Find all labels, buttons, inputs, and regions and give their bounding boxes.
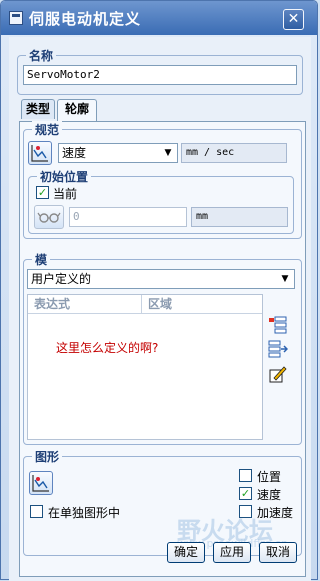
position-unit: mm xyxy=(191,207,288,227)
tab-type[interactable]: 类型 xyxy=(21,99,55,119)
title-bar: 伺服电动机定义 ✕ xyxy=(1,1,317,35)
name-legend: 名称 xyxy=(26,47,57,64)
table-header-region: 区域 xyxy=(148,297,173,311)
insert-row-icon[interactable] xyxy=(268,314,288,334)
position-check-label: 位置 xyxy=(257,470,282,484)
edit-icon[interactable] xyxy=(268,364,288,384)
mode-select-value: 用户定义的 xyxy=(31,272,92,286)
velocity-checkbox[interactable]: ✓ xyxy=(239,487,252,500)
mode-group: 模 用户定义的 ▼ 表达式 区域 这里怎么定义的啊? xyxy=(23,251,302,445)
close-button[interactable]: ✕ xyxy=(283,9,304,30)
chevron-down-icon: ▼ xyxy=(281,274,289,284)
mode-select[interactable]: 用户定义的 ▼ xyxy=(27,269,295,289)
cancel-button[interactable]: 取消 xyxy=(259,542,297,563)
window-title: 伺服电动机定义 xyxy=(29,10,142,28)
apply-button[interactable]: 应用 xyxy=(213,542,251,563)
table-header-divider xyxy=(28,313,262,314)
spec-group: 规范 速度 ▼ mm / sec 初始位置 ✓ 当前 0 mm xyxy=(23,121,302,239)
ok-button[interactable]: 确定 xyxy=(167,542,205,563)
table-header-expression: 表达式 xyxy=(28,295,142,313)
expression-table[interactable]: 表达式 区域 这里怎么定义的啊? xyxy=(27,294,263,440)
profile-graph-icon[interactable] xyxy=(28,141,52,165)
glasses-icon[interactable] xyxy=(34,205,64,229)
dialog-window: 伺服电动机定义 ✕ 名称 ServoMotor2 类型 轮廓 规范 速度 ▼ m… xyxy=(0,0,318,581)
app-icon xyxy=(9,11,23,25)
tab-panel: 规范 速度 ▼ mm / sec 初始位置 ✓ 当前 0 mm 模 用户定义的 … xyxy=(19,121,306,577)
name-group: 名称 ServoMotor2 xyxy=(17,47,303,95)
separate-graph-label: 在单独图形中 xyxy=(48,506,121,520)
initial-position-group: 初始位置 ✓ 当前 0 mm xyxy=(28,168,294,234)
graph-icon[interactable] xyxy=(29,471,53,495)
initial-position-legend: 初始位置 xyxy=(37,168,92,185)
annotation-text: 这里怎么定义的啊? xyxy=(56,341,159,355)
position-field[interactable]: 0 xyxy=(69,207,187,227)
spec-select-value: 速度 xyxy=(62,146,87,160)
name-field[interactable]: ServoMotor2 xyxy=(23,65,297,85)
velocity-check-label: 速度 xyxy=(257,488,282,502)
spec-unit: mm / sec xyxy=(181,143,287,163)
tab-profile[interactable]: 轮廓 xyxy=(57,99,97,121)
current-label: 当前 xyxy=(53,187,78,201)
chevron-down-icon: ▼ xyxy=(164,148,172,158)
append-row-icon[interactable] xyxy=(268,339,289,359)
spec-select[interactable]: 速度 ▼ xyxy=(58,143,178,163)
graph-legend: 图形 xyxy=(32,448,63,465)
mode-legend: 模 xyxy=(32,251,51,268)
dialog-content: 名称 ServoMotor2 类型 轮廓 规范 速度 ▼ mm / sec 初始… xyxy=(9,37,311,581)
separate-graph-checkbox[interactable] xyxy=(30,505,43,518)
position-checkbox[interactable] xyxy=(239,469,252,482)
current-checkbox[interactable]: ✓ xyxy=(36,186,49,199)
spec-legend: 规范 xyxy=(32,121,63,138)
